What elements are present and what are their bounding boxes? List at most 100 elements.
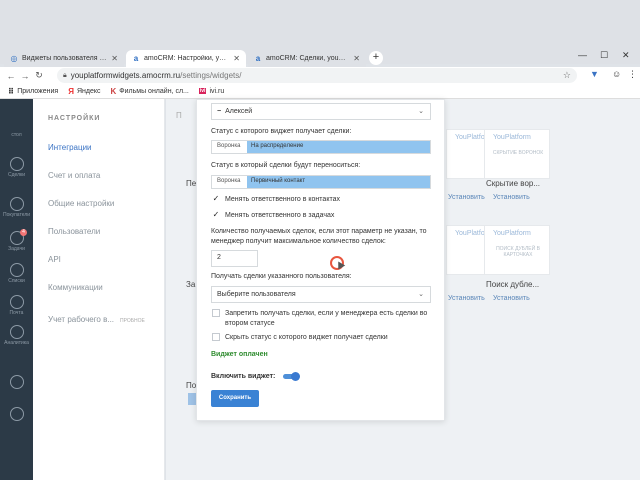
tab-settings[interactable]: a amoCRM: Настройки, youplatf ✕ bbox=[126, 50, 246, 67]
minimize-icon[interactable]: — bbox=[578, 50, 587, 60]
new-tab-button[interactable]: + bbox=[369, 51, 383, 65]
rail-item-mail[interactable]: Почта bbox=[0, 295, 33, 316]
bookmark-yandex[interactable]: Я Яндекс bbox=[68, 87, 100, 96]
rail-label: Почта bbox=[9, 310, 24, 316]
card-title: Поиск дубле... bbox=[486, 280, 540, 289]
enable-row: Включить виджет: bbox=[211, 372, 301, 381]
bookmark-apps[interactable]: ⠿ Приложения bbox=[8, 87, 58, 96]
menu-item-billing[interactable]: Счет и оплата bbox=[48, 171, 100, 180]
film-icon: K bbox=[110, 86, 117, 96]
rail-label: Задачи bbox=[8, 246, 25, 252]
tab-label: amoCRM: Настройки, youplatf bbox=[144, 55, 229, 62]
rail-item-settings[interactable] bbox=[0, 375, 33, 389]
checkbox-forbid[interactable]: Запретить получать сделки, если у менедж… bbox=[212, 309, 435, 329]
close-icon[interactable]: ✕ bbox=[353, 54, 360, 63]
lock-icon: 🔒︎ bbox=[63, 71, 67, 79]
cut-text: За bbox=[186, 280, 196, 289]
toggle-knob bbox=[291, 372, 301, 381]
card-caption: ПОИСК ДУБЛЕЙ В КАРТОЧКАХ bbox=[496, 246, 540, 258]
menu-item-integrations[interactable]: Интеграции bbox=[48, 143, 92, 152]
close-icon[interactable]: ✕ bbox=[111, 54, 118, 63]
bookmark-label: ivi.ru bbox=[209, 87, 225, 95]
paid-status: Виджет оплачен bbox=[211, 351, 268, 358]
card-title: Скрытие вор... bbox=[486, 179, 541, 188]
install-button[interactable]: Установить bbox=[448, 295, 485, 302]
menu-item-communications[interactable]: Коммуникации bbox=[48, 283, 103, 292]
tasks-badge: 4 bbox=[20, 229, 27, 236]
checkbox-hide-status[interactable]: Скрыть статус с которого виджет получает… bbox=[212, 333, 388, 341]
back-icon[interactable]: ← bbox=[4, 71, 18, 81]
status-to-value: Первичный контакт bbox=[247, 176, 430, 188]
quantity-input[interactable]: 2 bbox=[211, 250, 258, 267]
install-button[interactable]: Установить bbox=[493, 295, 530, 302]
settings-menu-title: НАСТРОЙКИ bbox=[48, 115, 101, 122]
quantity-label: Количество получаемых сделок, если этот … bbox=[211, 228, 427, 245]
rail-item-dashboard[interactable]: стол bbox=[0, 131, 33, 138]
yandex-icon: Я bbox=[68, 86, 74, 96]
bookmark-label: Яндекс bbox=[76, 87, 101, 95]
maximize-icon[interactable]: ☐ bbox=[600, 50, 608, 61]
user-filter-select[interactable]: Выберите пользователя ⌄ bbox=[211, 286, 431, 303]
bookmark-ivi[interactable]: ivi ivi.ru bbox=[198, 87, 225, 95]
rail-item-tasks[interactable]: 4 Задачи bbox=[0, 229, 33, 252]
pipeline-label: Воронка bbox=[217, 143, 241, 149]
rail-item-chat[interactable] bbox=[0, 407, 33, 421]
extension-icon[interactable]: ▼ bbox=[590, 69, 599, 79]
customers-icon bbox=[9, 197, 24, 211]
rail-item-customers[interactable]: Покупатели bbox=[0, 197, 33, 218]
checkbox-label: Запретить получать сделки, если у менедж… bbox=[225, 310, 428, 327]
minus-icon: − bbox=[217, 108, 222, 115]
tab-label: amoCRM: Сделки, youplatform bbox=[266, 55, 349, 62]
rail-label: Покупатели bbox=[2, 212, 31, 218]
forward-icon[interactable]: → bbox=[18, 71, 32, 81]
tab-deals[interactable]: a amoCRM: Сделки, youplatform ✕ bbox=[248, 50, 366, 67]
save-button[interactable]: Сохранить bbox=[211, 390, 259, 407]
star-icon[interactable]: ☆ bbox=[563, 70, 571, 81]
user-filter-value: Выберите пользователя bbox=[217, 291, 296, 298]
status-from-select[interactable]: Воронка На распределение bbox=[211, 140, 431, 154]
close-window-icon[interactable]: ✕ bbox=[622, 50, 630, 61]
menu-item-general[interactable]: Общие настройки bbox=[48, 199, 114, 208]
close-icon[interactable]: ✕ bbox=[233, 54, 240, 63]
chevron-down-icon: ⌄ bbox=[418, 291, 424, 298]
cut-text: По bbox=[186, 381, 197, 390]
app-rail: стол Сделки Покупатели 4 Задачи Списки По… bbox=[0, 99, 33, 480]
ivi-icon: ivi bbox=[198, 88, 207, 94]
settings-menu: НАСТРОЙКИ Интеграции Счет и оплата Общие… bbox=[33, 99, 165, 480]
menu-icon[interactable]: ⋮ bbox=[628, 69, 637, 80]
menu-item-api[interactable]: API bbox=[48, 255, 61, 264]
rail-item-analytics[interactable]: Аналитика bbox=[0, 325, 33, 346]
rail-item-deals[interactable]: Сделки bbox=[0, 157, 33, 178]
tab-widgets[interactable]: ◎ Виджеты пользователя irina ✕ bbox=[4, 50, 124, 67]
avatar[interactable]: ☺ bbox=[612, 69, 621, 79]
install-button[interactable]: Установить bbox=[493, 194, 530, 201]
amocrm-icon: a bbox=[255, 54, 261, 63]
enable-toggle[interactable] bbox=[283, 372, 301, 381]
widget-card[interactable]: YouPlatform СКРЫТИЕ ВОРОНОК bbox=[484, 129, 550, 179]
checkmark-icon: ✓ bbox=[212, 194, 220, 203]
rail-label: Сделки bbox=[7, 172, 26, 178]
rail-label: Списки bbox=[8, 278, 25, 284]
bookmark-label: Фильмы онлайн, сл... bbox=[119, 87, 189, 95]
chat-icon bbox=[9, 407, 24, 421]
menu-item-users[interactable]: Пользователи bbox=[48, 227, 100, 236]
install-button[interactable]: Установить bbox=[448, 194, 485, 201]
rail-item-lists[interactable]: Списки bbox=[0, 263, 33, 284]
reload-icon[interactable]: ↻ bbox=[32, 70, 46, 81]
menu-item-time-tracking[interactable]: Учет рабочего в... ПРОБНОЕ bbox=[48, 315, 145, 324]
address-bar[interactable]: 🔒︎ youplatformwidgets.amocrm.ru/settings… bbox=[57, 68, 577, 83]
widget-card[interactable]: YouPlatform ПОИСК ДУБЛЕЙ В КАРТОЧКАХ bbox=[484, 225, 550, 275]
status-from-value: На распределение bbox=[247, 141, 430, 153]
checkbox-empty-icon bbox=[212, 333, 220, 341]
checkbox-tasks[interactable]: ✓ Менять ответственного в задачах bbox=[212, 211, 335, 219]
status-to-select[interactable]: Воронка Первичный контакт bbox=[211, 175, 431, 189]
user-select[interactable]: − Алексей ⌄ bbox=[211, 103, 431, 120]
search-input[interactable]: П bbox=[176, 111, 182, 120]
analytics-icon bbox=[9, 325, 24, 339]
menu-item-label: Учет рабочего в... bbox=[48, 315, 115, 324]
bookmarks-bar: ⠿ Приложения Я Яндекс K Фильмы онлайн, сл..… bbox=[0, 84, 640, 99]
widget-settings-modal: − Алексей ⌄ Статус с которого виджет пол… bbox=[196, 99, 445, 421]
checkbox-label: Скрыть статус с которого виджет получает… bbox=[225, 333, 388, 341]
checkbox-contacts[interactable]: ✓ Менять ответственного в контактах bbox=[212, 195, 340, 203]
bookmark-films[interactable]: K Фильмы онлайн, сл... bbox=[111, 87, 189, 96]
